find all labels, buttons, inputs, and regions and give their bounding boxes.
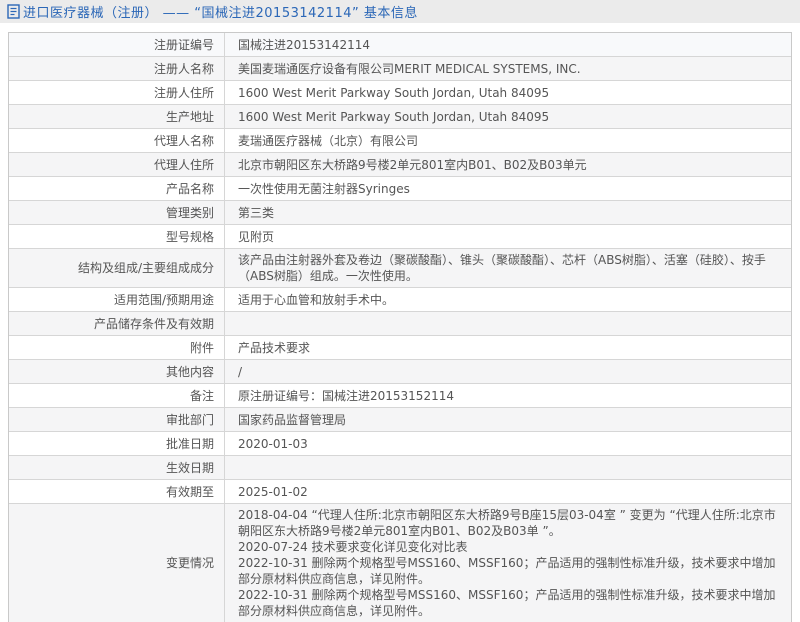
row-label: 管理类别 (9, 201, 225, 224)
table-row: 适用范围/预期用途适用于心血管和放射手术中。 (9, 288, 791, 312)
table-row: 批准日期2020-01-03 (9, 432, 791, 456)
change-entry: 2018-04-04 “代理人住所:北京市朝阳区东大桥路9号B座15层03-04… (238, 507, 779, 539)
row-value: 1600 West Merit Parkway South Jordan, Ut… (225, 106, 791, 128)
row-label: 生产地址 (9, 105, 225, 128)
row-value: 麦瑞通医疗器械（北京）有限公司 (225, 130, 791, 152)
row-value: / (225, 361, 791, 383)
row-value: 北京市朝阳区东大桥路9号楼2单元801室内B01、B02及B03单元 (225, 154, 791, 176)
row-value: 该产品由注射器外套及卷边（聚碳酸酯）、锥头（聚碳酸酯）、芯杆（ABS树脂）、活塞… (225, 249, 791, 287)
table-row: 产品名称一次性使用无菌注射器Syringes (9, 177, 791, 201)
row-label: 适用范围/预期用途 (9, 288, 225, 311)
table-row: 有效期至2025-01-02 (9, 480, 791, 504)
table-row: 产品储存条件及有效期 (9, 312, 791, 336)
table-row: 备注原注册证编号：国械注进20153152114 (9, 384, 791, 408)
table-row: 附件产品技术要求 (9, 336, 791, 360)
row-label: 批准日期 (9, 432, 225, 455)
row-value: 见附页 (225, 226, 791, 248)
row-value: 一次性使用无菌注射器Syringes (225, 178, 791, 200)
page-title: 进口医疗器械（注册） —— “国械注进20153142114” 基本信息 (23, 2, 418, 21)
row-label: 注册人住所 (9, 81, 225, 104)
table-row: 代理人名称麦瑞通医疗器械（北京）有限公司 (9, 129, 791, 153)
row-label: 代理人住所 (9, 153, 225, 176)
table-row: 生效日期 (9, 456, 791, 480)
row-label: 其他内容 (9, 360, 225, 383)
row-value: 产品技术要求 (225, 337, 791, 359)
row-value: 适用于心血管和放射手术中。 (225, 289, 791, 311)
table-row: 注册证编号国械注进20153142114 (9, 33, 791, 57)
table-row: 注册人住所1600 West Merit Parkway South Jorda… (9, 81, 791, 105)
table-row: 型号规格见附页 (9, 225, 791, 249)
document-icon (7, 4, 20, 19)
row-value: 第三类 (225, 202, 791, 224)
row-label: 注册人名称 (9, 57, 225, 80)
row-label: 产品储存条件及有效期 (9, 312, 225, 335)
row-label: 代理人名称 (9, 129, 225, 152)
row-value: 2020-01-03 (225, 433, 791, 455)
row-label: 产品名称 (9, 177, 225, 200)
table-row: 代理人住所北京市朝阳区东大桥路9号楼2单元801室内B01、B02及B03单元 (9, 153, 791, 177)
table-row: 生产地址1600 West Merit Parkway South Jordan… (9, 105, 791, 129)
row-value: 1600 West Merit Parkway South Jordan, Ut… (225, 82, 791, 104)
row-label: 结构及组成/主要组成成分 (9, 249, 225, 287)
row-value: 美国麦瑞通医疗设备有限公司MERIT MEDICAL SYSTEMS, INC. (225, 58, 791, 80)
row-value: 2018-04-04 “代理人住所:北京市朝阳区东大桥路9号B座15层03-04… (225, 504, 791, 622)
row-value (225, 321, 791, 327)
table-row: 注册人名称美国麦瑞通医疗设备有限公司MERIT MEDICAL SYSTEMS,… (9, 57, 791, 81)
row-label: 有效期至 (9, 480, 225, 503)
row-label: 变更情况 (9, 504, 225, 622)
row-value: 国械注进20153142114 (225, 34, 791, 56)
row-value (225, 465, 791, 471)
table-row: 结构及组成/主要组成成分该产品由注射器外套及卷边（聚碳酸酯）、锥头（聚碳酸酯）、… (9, 249, 791, 288)
table-row: 变更情况 2018-04-04 “代理人住所:北京市朝阳区东大桥路9号B座15层0… (9, 504, 791, 622)
row-label: 备注 (9, 384, 225, 407)
row-value: 国家药品监督管理局 (225, 409, 791, 431)
change-entry: 2022-10-31 删除两个规格型号MSS160、MSSF160；产品适用的强… (238, 555, 779, 587)
table-row: 管理类别第三类 (9, 201, 791, 225)
row-label: 型号规格 (9, 225, 225, 248)
row-label: 生效日期 (9, 456, 225, 479)
row-value: 原注册证编号：国械注进20153152114 (225, 385, 791, 407)
row-label: 注册证编号 (9, 33, 225, 56)
title-band: 进口医疗器械（注册） —— “国械注进20153142114” 基本信息 (0, 0, 800, 23)
table-row: 审批部门国家药品监督管理局 (9, 408, 791, 432)
row-label: 附件 (9, 336, 225, 359)
registration-info-table: 注册证编号国械注进20153142114注册人名称美国麦瑞通医疗设备有限公司ME… (8, 32, 792, 622)
row-value: 2025-01-02 (225, 481, 791, 503)
table-row: 其他内容/ (9, 360, 791, 384)
change-entry: 2020-07-24 技术要求变化详见变化对比表 (238, 539, 779, 555)
change-entry: 2022-10-31 删除两个规格型号MSS160、MSSF160；产品适用的强… (238, 587, 779, 619)
row-label: 审批部门 (9, 408, 225, 431)
